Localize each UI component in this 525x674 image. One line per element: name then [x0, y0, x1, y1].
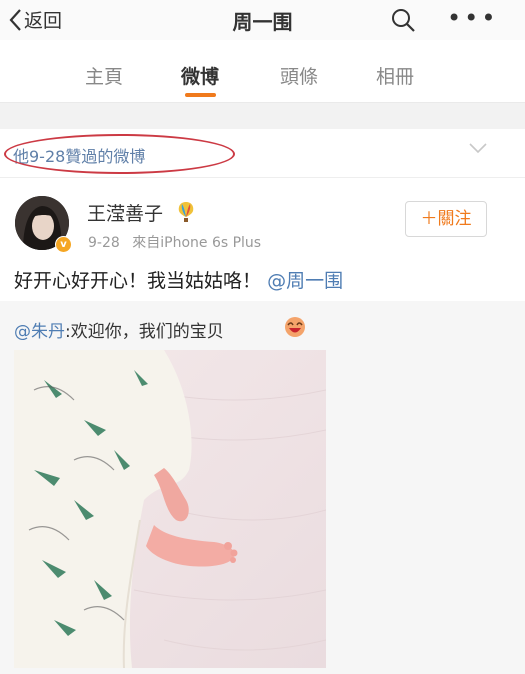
post-text: 好开心好开心！我当姑姑咯！ — [14, 270, 262, 292]
profile-tabs: 主頁 微博 頭條 相冊 — [0, 40, 525, 103]
post-body: 好开心好开心！我当姑姑咯！ @周一围 — [14, 266, 343, 293]
annotation-circle — [4, 134, 235, 174]
liked-posts-row[interactable]: 他9-28贊過的微博 — [0, 129, 525, 178]
post-meta: 9-28 來自iPhone 6s Plus — [88, 232, 261, 252]
post-author-name[interactable]: 王滢善子 — [87, 199, 163, 226]
post-image[interactable] — [14, 350, 326, 668]
tab-home[interactable]: 主頁 — [85, 62, 123, 89]
post-time: 9-28 — [88, 235, 120, 251]
chevron-down-icon[interactable] — [468, 142, 488, 154]
tab-weibo[interactable]: 微博 — [181, 62, 219, 89]
hot-air-balloon-icon — [178, 202, 194, 222]
repost-mention-link[interactable]: @朱丹 — [14, 322, 65, 342]
baby-feet-photo — [14, 350, 326, 668]
search-button[interactable] — [390, 7, 416, 37]
more-icon: ••• — [447, 4, 499, 32]
tab-headlines[interactable]: 頭條 — [280, 62, 318, 89]
mention-link[interactable]: @周一围 — [267, 270, 343, 292]
repost-text: :欢迎你，我们的宝贝 — [65, 322, 224, 342]
tab-albums[interactable]: 相冊 — [376, 62, 414, 89]
active-tab-indicator — [185, 93, 216, 97]
search-icon — [392, 9, 415, 32]
section-divider — [0, 103, 525, 129]
verified-badge-icon: v — [55, 236, 72, 253]
repost-body: @朱丹:欢迎你，我们的宝贝 — [14, 317, 224, 342]
follow-button[interactable]: ＋關注 — [405, 201, 487, 237]
laughing-emoji-icon — [285, 317, 305, 337]
more-button[interactable]: ••• — [447, 4, 498, 32]
nav-bar: 返回 周一围 ••• — [0, 0, 525, 40]
post-source: 來自iPhone 6s Plus — [132, 235, 262, 251]
